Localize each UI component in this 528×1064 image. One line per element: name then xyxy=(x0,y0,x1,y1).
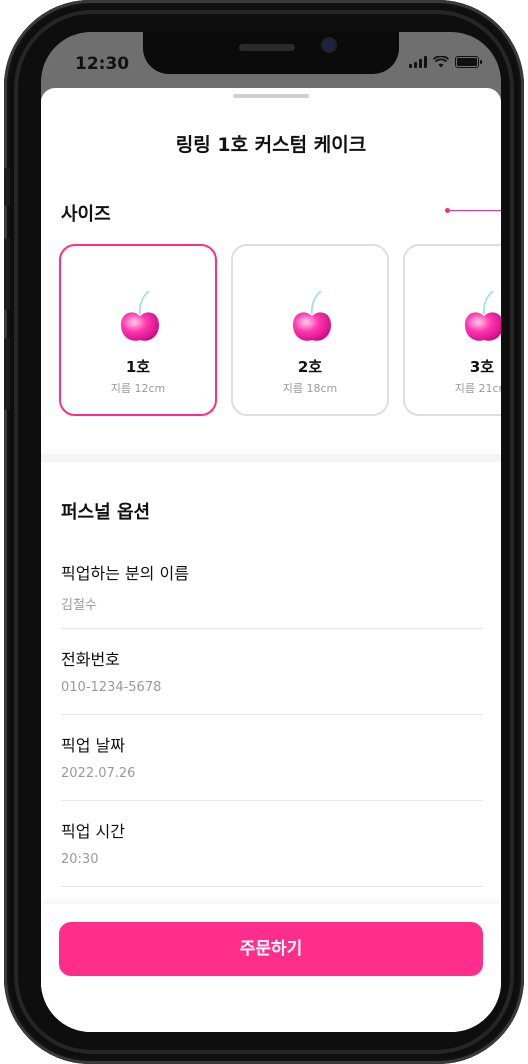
battery-icon xyxy=(455,56,482,68)
section-divider xyxy=(41,454,501,462)
size-option-1[interactable]: 1호 지름 12cm xyxy=(59,244,217,416)
field-value[interactable]: 2022.07.26 xyxy=(61,766,135,781)
field-label: 전화번호 xyxy=(61,650,120,669)
status-icons xyxy=(409,56,482,68)
speaker-grille xyxy=(239,44,295,51)
size-option-diameter: 지름 12cm xyxy=(110,382,166,395)
size-option-name: 3호 xyxy=(469,358,495,376)
phone-number-field[interactable]: 전화번호 010-1234-5678 xyxy=(61,646,483,715)
cherry-icon xyxy=(293,290,331,341)
field-value[interactable]: 김철수 xyxy=(61,594,97,613)
field-label: 픽업하는 분의 이름 xyxy=(61,564,189,583)
annotation-line xyxy=(448,210,501,211)
size-option-diameter: 지름 18cm xyxy=(282,382,338,395)
notch xyxy=(143,32,399,74)
field-label: 픽업 날짜 xyxy=(61,736,125,755)
wifi-icon xyxy=(433,56,449,68)
sheet-drag-handle[interactable] xyxy=(233,94,309,98)
size-option-3[interactable]: 3호 지름 21cm xyxy=(403,244,501,416)
side-button-volume-down xyxy=(4,338,10,410)
pickup-time-field[interactable]: 픽업 시간 20:30 xyxy=(61,818,483,887)
personal-options-title: 퍼스널 옵션 xyxy=(61,502,151,523)
bottom-action-bar: 주문하기 xyxy=(41,904,501,1032)
status-bar: 12:30 xyxy=(41,32,501,88)
size-option-name: 2호 xyxy=(297,358,323,376)
size-option-2[interactable]: 2호 지름 18cm xyxy=(231,244,389,416)
size-section-title: 사이즈 xyxy=(61,204,111,225)
size-options: 1호 지름 12cm 2호 지름 18cm 3호 지름 21c xyxy=(59,244,501,420)
cherry-icon xyxy=(465,290,501,341)
side-button-volume-up xyxy=(4,238,10,310)
status-time: 12:30 xyxy=(75,54,130,74)
field-value[interactable]: 20:30 xyxy=(61,852,98,867)
phone-screen: 12:30 링링 1호 커스텀 케이크 사이즈 1호 지름 12cm 2호 지름… xyxy=(41,32,501,1032)
field-value[interactable]: 010-1234-5678 xyxy=(61,680,161,695)
sheet-title: 링링 1호 커스텀 케이크 xyxy=(175,134,367,156)
cherry-icon xyxy=(121,290,159,341)
field-label: 픽업 시간 xyxy=(61,822,125,841)
cellular-signal-icon xyxy=(409,56,427,68)
pickup-name-field[interactable]: 픽업하는 분의 이름 김철수 xyxy=(61,560,483,629)
front-camera xyxy=(323,39,335,51)
side-button-mute xyxy=(4,168,10,206)
bottom-sheet: 링링 1호 커스텀 케이크 사이즈 1호 지름 12cm 2호 지름 18cm … xyxy=(41,88,501,1032)
size-option-name: 1호 xyxy=(125,358,151,376)
size-option-diameter: 지름 21cm xyxy=(454,382,501,395)
pickup-date-field[interactable]: 픽업 날짜 2022.07.26 xyxy=(61,732,483,801)
order-button[interactable]: 주문하기 xyxy=(59,922,483,976)
